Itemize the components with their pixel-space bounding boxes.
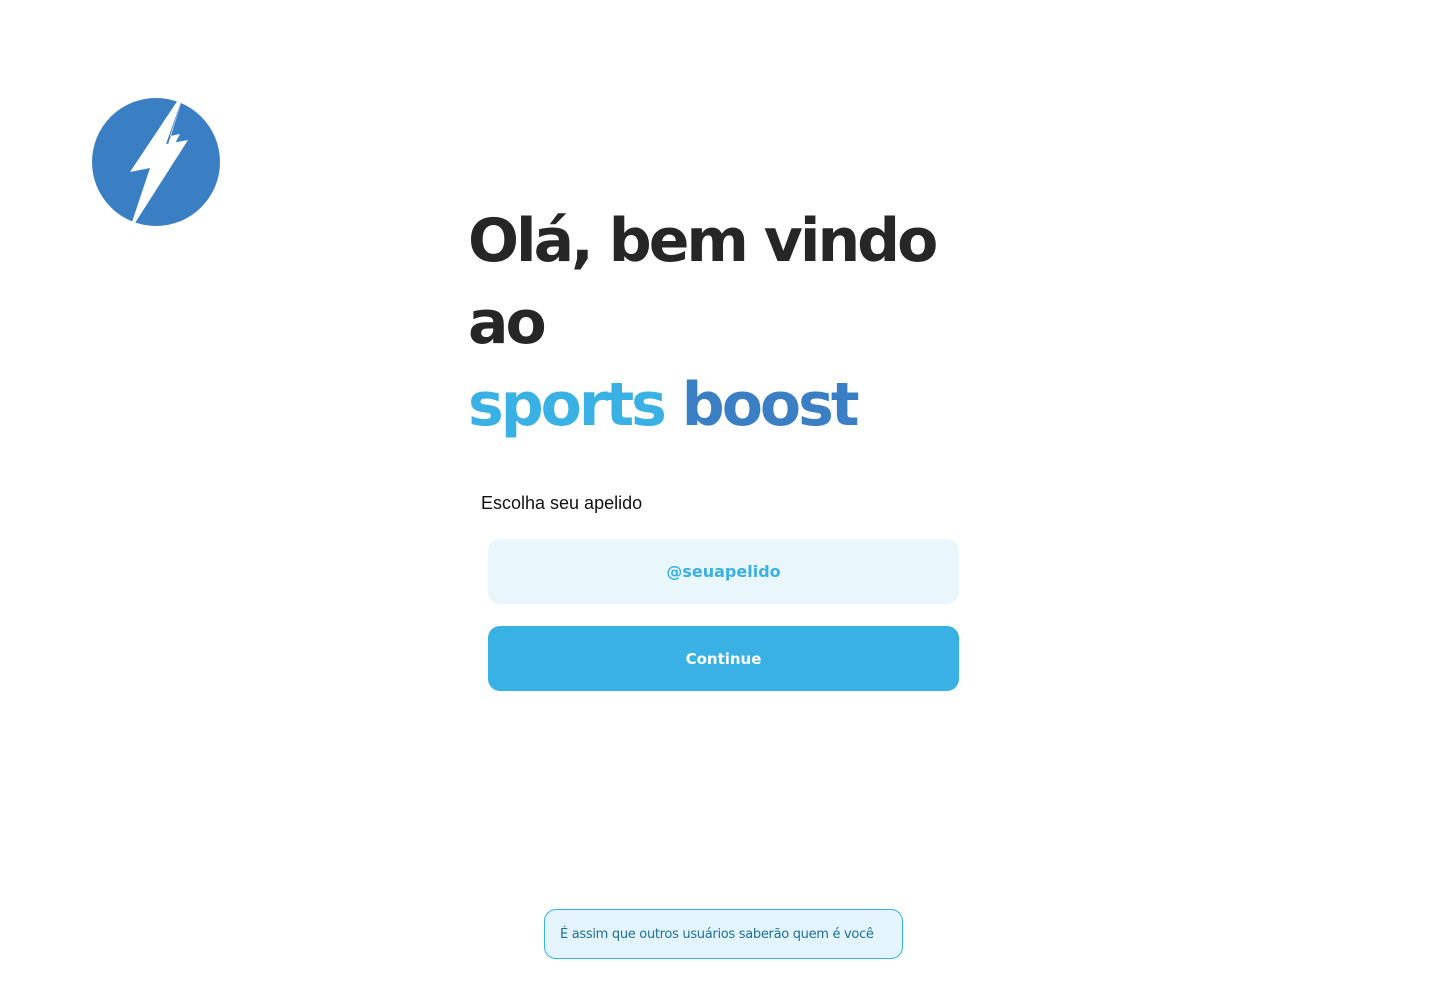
continue-button[interactable]: Continue	[488, 626, 959, 691]
hint-text: É assim que outros usuários saberão quem…	[560, 926, 874, 942]
lightning-bolt-icon	[92, 88, 220, 234]
page-title: Olá, bem vindo ao sports boost	[468, 200, 1028, 446]
brand-name-part2: boost	[681, 370, 860, 440]
brand-name: sports boost	[468, 364, 1028, 446]
hint-tooltip: É assim que outros usuários saberão quem…	[544, 909, 903, 959]
welcome-page: Olá, bem vindo ao sports boost Escolha s…	[0, 0, 1440, 984]
nickname-input[interactable]	[488, 539, 959, 604]
welcome-heading: Olá, bem vindo ao	[468, 206, 938, 358]
nickname-label: Escolha seu apelido	[481, 493, 643, 513]
brand-name-part1: sports	[468, 370, 667, 440]
